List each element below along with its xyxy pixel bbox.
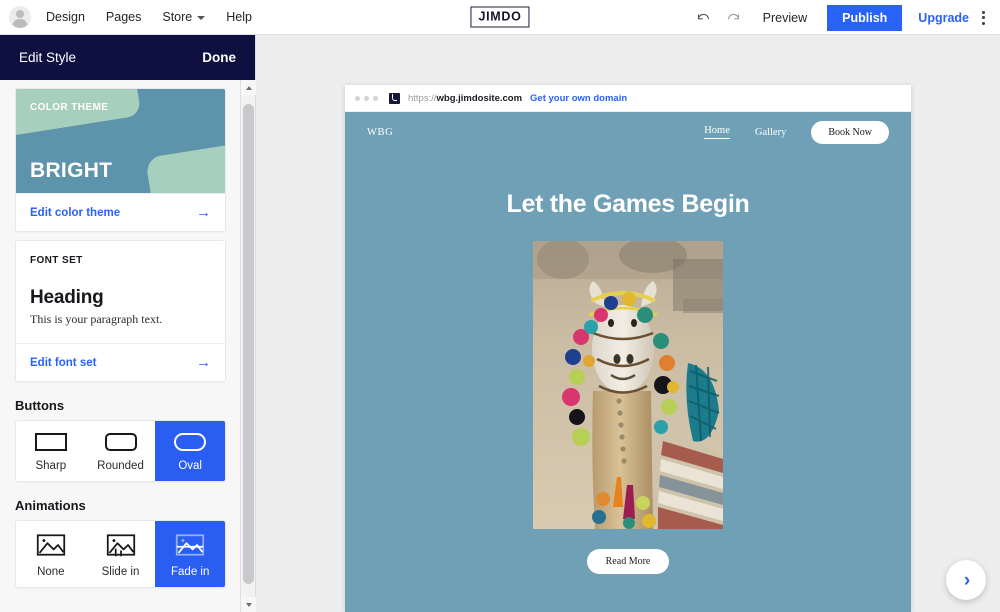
animation-option-slide-in[interactable]: Slide in — [86, 521, 156, 587]
done-button[interactable]: Done — [202, 50, 236, 65]
font-set-paragraph-sample: This is your paragraph text. — [30, 312, 163, 326]
site-url[interactable]: https://wbg.jimdosite.com — [408, 93, 522, 104]
color-theme-card: COLOR THEME BRIGHT Edit color theme → — [15, 88, 226, 232]
menu-item-design-label: Design — [46, 10, 85, 24]
sidebar-scrollbar[interactable] — [240, 80, 256, 612]
jimdo-favicon — [389, 92, 400, 104]
brand-logo: JIMDO — [470, 6, 530, 28]
decorated-camel-photo — [533, 241, 723, 529]
arrow-right-icon: → — [196, 204, 211, 221]
browser-address-bar: https://wbg.jimdosite.com Get your own d… — [345, 85, 911, 112]
site-url-scheme: https:// — [408, 92, 437, 104]
site-preview-browser: https://wbg.jimdosite.com Get your own d… — [345, 85, 911, 612]
preview-button[interactable]: Preview — [749, 11, 821, 25]
image-slide-in-icon — [106, 534, 135, 557]
chevron-down-icon — [197, 16, 206, 20]
sidebar-content: COLOR THEME BRIGHT Edit color theme → FO… — [0, 80, 241, 612]
user-avatar[interactable] — [9, 6, 31, 28]
font-set-card: FONT SET Heading This is your paragraph … — [15, 240, 226, 382]
edit-color-theme-button[interactable]: Edit color theme → — [16, 193, 225, 231]
button-style-option-oval[interactable]: Oval — [155, 421, 225, 481]
sharp-rect-icon — [34, 433, 67, 451]
button-style-options: Sharp Rounded Oval — [15, 420, 226, 482]
site-logo[interactable]: WBG — [367, 127, 393, 138]
menu-item-help-label: Help — [226, 10, 252, 24]
book-now-button[interactable]: Book Now — [811, 120, 889, 144]
button-style-oval-label: Oval — [178, 460, 202, 472]
buttons-section-title: Buttons — [15, 398, 65, 413]
button-style-rounded-label: Rounded — [97, 460, 144, 472]
rounded-rect-icon — [104, 433, 137, 451]
get-your-own-domain-link[interactable]: Get your own domain — [530, 93, 627, 104]
scrollbar-thumb[interactable] — [243, 104, 254, 584]
site-url-domain: wbg.jimdosite.com — [436, 92, 523, 104]
menu-item-pages-label: Pages — [105, 10, 142, 24]
kebab-menu-icon[interactable] — [979, 10, 994, 25]
menu-item-help[interactable]: Help — [226, 10, 252, 24]
scroll-down-arrow-icon[interactable] — [241, 597, 256, 612]
jimdo-editor-app: Design Pages Store Help JIMDO Preview Pu… — [0, 0, 1000, 612]
edit-style-sidebar: Edit Style Done COLOR THEME BRIGHT Edit … — [0, 35, 256, 612]
sidebar-header: Edit Style Done — [0, 35, 255, 80]
theme-accent-shape-bottom — [145, 140, 225, 193]
image-fade-in-icon — [176, 534, 205, 556]
read-more-button[interactable]: Read More — [586, 549, 670, 574]
main-menu: Design Pages Store Help — [46, 10, 252, 24]
chevron-right-icon: › — [963, 569, 971, 591]
font-set-kicker: FONT SET — [30, 255, 83, 266]
menu-item-design[interactable]: Design — [46, 10, 85, 24]
arrow-right-icon: → — [196, 354, 211, 371]
oval-rect-icon — [174, 433, 207, 451]
site-nav-item-gallery[interactable]: Gallery — [755, 127, 787, 138]
font-set-preview: FONT SET Heading This is your paragraph … — [16, 241, 225, 343]
undo-icon[interactable] — [689, 3, 719, 33]
hero-title: Let the Games Begin — [506, 190, 750, 218]
menu-item-store[interactable]: Store — [162, 10, 206, 24]
animation-options: None Slide in Fade in — [15, 520, 226, 588]
animation-none-label: None — [37, 566, 65, 578]
animation-fade-in-label: Fade in — [171, 566, 210, 578]
animations-section-title: Animations — [15, 498, 86, 513]
next-step-button[interactable]: › — [946, 560, 986, 600]
animation-option-none[interactable]: None — [16, 521, 86, 587]
button-style-option-sharp[interactable]: Sharp — [16, 421, 86, 481]
site-nav-item-home[interactable]: Home — [704, 125, 730, 139]
button-style-option-rounded[interactable]: Rounded — [86, 421, 156, 481]
color-theme-preview: COLOR THEME BRIGHT — [16, 89, 225, 193]
publish-button[interactable]: Publish — [827, 4, 903, 31]
edit-font-set-button[interactable]: Edit font set → — [16, 343, 225, 381]
upgrade-link[interactable]: Upgrade — [908, 11, 979, 25]
edit-font-set-label: Edit font set — [30, 356, 97, 369]
color-theme-kicker: COLOR THEME — [30, 102, 109, 113]
top-toolbar: Design Pages Store Help JIMDO Preview Pu… — [0, 0, 1000, 35]
site-navigation: WBG Home Gallery Book Now — [345, 112, 911, 152]
button-style-sharp-label: Sharp — [35, 460, 67, 472]
animation-option-fade-in[interactable]: Fade in — [155, 521, 225, 587]
edit-color-theme-label: Edit color theme — [30, 206, 121, 219]
scroll-up-arrow-icon[interactable] — [241, 80, 256, 95]
animation-slide-in-label: Slide in — [101, 566, 140, 578]
window-controls-icon — [355, 95, 378, 101]
theme-accent-shape-top — [16, 89, 142, 142]
site-content: WBG Home Gallery Book Now Let the Games … — [345, 112, 911, 612]
menu-item-store-label: Store — [162, 10, 193, 24]
menu-item-pages[interactable]: Pages — [106, 10, 141, 24]
brand-logo-text: JIMDO — [470, 6, 530, 28]
color-theme-name: BRIGHT — [30, 159, 113, 182]
preview-canvas: https://wbg.jimdosite.com Get your own d… — [256, 35, 1000, 612]
font-set-heading-sample: Heading — [30, 287, 104, 308]
top-toolbar-actions: Preview Publish Upgrade — [689, 0, 1000, 35]
site-nav-links: Home Gallery Book Now — [704, 120, 889, 144]
image-icon — [36, 534, 65, 556]
redo-icon[interactable] — [719, 3, 749, 33]
sidebar-title: Edit Style — [19, 50, 77, 65]
